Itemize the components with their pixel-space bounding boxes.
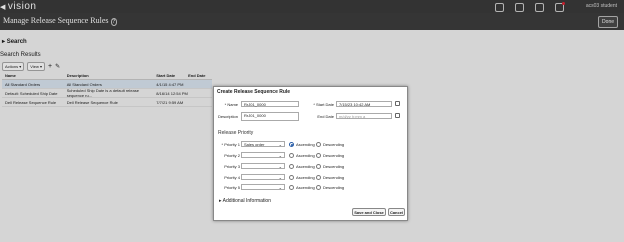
priority-3-label: Priority 3 [224,164,240,169]
end-date-label: End Date [317,114,334,119]
priority-1-descending-radio[interactable] [316,142,321,147]
ascending-label: Ascending [296,175,315,180]
description-label: Description [218,114,239,119]
descending-label: Descending [323,142,345,147]
priority-5-descending-radio[interactable] [316,185,321,190]
chevron-down-icon: ⌄ [278,153,282,158]
priority-2-ascending-radio[interactable] [289,153,294,158]
priority-2-select[interactable]: ⌄ [241,152,285,158]
priority-1-value: Sales order [244,142,265,147]
priority-4-select[interactable]: ⌄ [241,174,285,180]
additional-information-label: Additional Information [222,198,271,204]
ascending-label: Ascending [296,142,315,147]
start-date-label-text: Start Date [315,102,334,107]
descending-label: Descending [323,164,345,169]
ascending-label: Ascending [296,164,315,169]
start-date-label: * Start Date [313,102,334,107]
chevron-down-icon: ⌄ [278,185,282,190]
end-date-input[interactable]: m/d/yy h:mm a [336,113,392,119]
priority-4-label: Priority 4 [224,175,240,180]
priority-1-ascending-radio[interactable] [289,142,294,147]
priority-1-label-text: Priority 1 [224,142,240,147]
priority-5-ascending-radio[interactable] [289,185,294,190]
chevron-down-icon: ⌄ [278,164,282,169]
name-input[interactable]: RrJ01_0000 [241,101,299,107]
start-date-input[interactable]: 7/15/23 10:42 AM [336,101,392,107]
priority-5-label: Priority 5 [224,185,240,190]
priority-5-select[interactable]: ⌄ [241,184,285,190]
dialog-title: Create Release Sequence Rule [217,89,291,95]
name-label-text: Name [227,102,238,107]
chevron-down-icon: ⌄ [278,175,282,180]
release-priority-heading: Release Priority [218,130,254,136]
priority-2-descending-radio[interactable] [316,153,321,158]
descending-label: Descending [323,185,345,190]
save-and-close-button[interactable]: Save and Close [352,208,386,216]
priority-3-select[interactable]: ⌄ [241,163,285,169]
calendar-icon[interactable] [395,101,400,106]
ascending-label: Ascending [296,185,315,190]
priority-1-label: * Priority 1 [221,142,240,147]
priority-3-ascending-radio[interactable] [289,164,294,169]
additional-information-toggle[interactable]: ▸ Additional Information [219,198,271,204]
create-rule-dialog: Create Release Sequence Rule * Name RrJ0… [213,86,408,221]
chevron-down-icon: ⌄ [278,142,282,147]
priority-4-descending-radio[interactable] [316,175,321,180]
name-label: * Name [224,102,238,107]
priority-3-descending-radio[interactable] [316,164,321,169]
calendar-icon[interactable] [395,113,400,118]
cancel-button[interactable]: Cancel [388,208,405,216]
descending-label: Descending [323,175,345,180]
descending-label: Descending [323,153,345,158]
priority-2-label: Priority 2 [224,153,240,158]
ascending-label: Ascending [296,153,315,158]
priority-4-ascending-radio[interactable] [289,175,294,180]
priority-1-select[interactable]: Sales order ⌄ [241,141,285,147]
description-input[interactable]: RrJ01_0000 [241,112,299,121]
